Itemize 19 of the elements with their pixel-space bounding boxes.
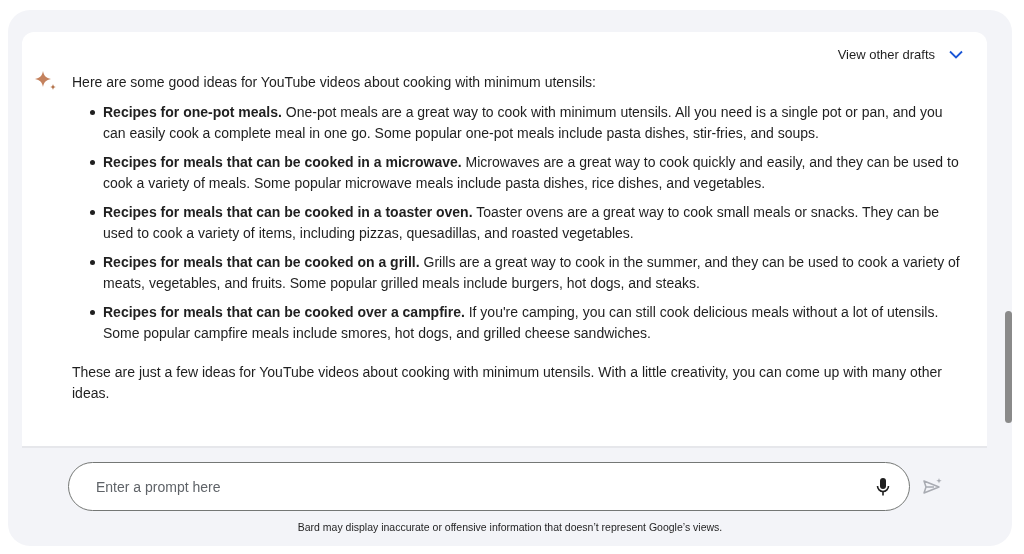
view-drafts-button[interactable]: View other drafts: [833, 44, 967, 64]
send-icon[interactable]: [922, 476, 944, 497]
scrollbar-thumb[interactable]: [1005, 311, 1012, 423]
list-item-text: Recipes for one-pot meals. One-pot meals are a great way to cook with minimum utensils. All you need is a single pot or pan, and you can easily cook a complete meal in one go. Some popular one-pot meals include pasta dishes, stir-fries, and soups.: [103, 103, 944, 143]
bullet-icon: [90, 210, 95, 215]
bullet-icon: [90, 110, 95, 115]
microphone-icon[interactable]: [876, 477, 890, 497]
intro-text: Here are some good ideas for YouTube videos about cooking with minimum utensils:: [72, 73, 597, 92]
prompt-field[interactable]: Enter a prompt here: [68, 462, 910, 511]
list-item-text: Recipes for meals that can be cooked in a microwave. Microwaves are a great way to cook quickly and easily, and they can be used to cook a variety of meals. Some popular microwave meals include pasta dishes, rice dishes, and vegetables.: [103, 153, 960, 193]
closing-text: These are just a few ideas for YouTube videos about cooking with minimum utensils. With a little creativity, you can come up with many other ideas.: [72, 363, 943, 403]
list-item-text: Recipes for meals that can be cooked in a toaster oven. Toaster ovens are a great way to cook small meals or snacks. They can be used to cook a variety of items, including pizzas, quesadillas, and roasted vegetables.: [103, 203, 940, 243]
list-item-text: Recipes for meals that can be cooked on a grill. Grills are a great way to cook in the summer, and they can be used to cook a variety of meats, vegetables, and fruits. Some popular grilled meals include burgers, hot dogs, and steaks.: [103, 253, 961, 293]
disclaimer-text: Bard may display inaccurate or offensive information that doesn’t represent Google’s views.: [296, 521, 724, 533]
bullet-icon: [90, 260, 95, 265]
list-item-text: Recipes for meals that can be cooked over a campfire. If you're camping, you can still cook delicious meals without a lot of utensils. Some popular campfire meals include smores, hot dogs, and grilled cheese sandwiches.: [103, 303, 940, 343]
bullet-icon: [90, 310, 95, 315]
bullet-icon: [90, 160, 95, 165]
chevron-down-icon: [949, 49, 963, 59]
